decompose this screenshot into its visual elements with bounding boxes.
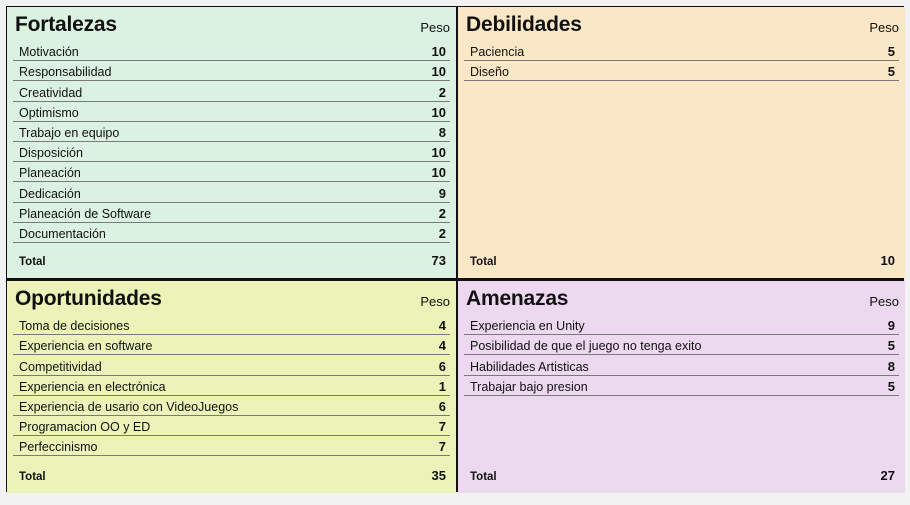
oportunidades-panel: Oportunidades Peso Toma de decisiones 4 Ex… (7, 281, 456, 493)
table-row: Trabajo en equipo 8 (13, 122, 450, 142)
amenazas-title: Amenazas (466, 287, 569, 310)
item-weight: 5 (887, 64, 895, 80)
item-weight: 7 (438, 419, 446, 435)
fortalezas-title: Fortalezas (15, 13, 117, 36)
table-row: Experiencia en Unity 9 (464, 315, 899, 336)
table-row: Documentación 2 (13, 223, 450, 243)
item-name: Planeación de Software (19, 206, 152, 221)
fortalezas-weight-header: Peso (420, 20, 450, 35)
debilidades-total-row: Total 10 (470, 253, 895, 268)
item-name: Motivación (19, 45, 79, 60)
item-name: Optimismo (19, 105, 79, 120)
item-weight: 8 (438, 124, 446, 140)
debilidades-list: Paciencia 5 Diseño 5 (464, 41, 899, 82)
item-weight: 6 (438, 398, 446, 414)
amenazas-panel: Amenazas Peso Experiencia en Unity 9 Posib… (458, 281, 905, 493)
item-weight: 7 (438, 439, 446, 455)
item-weight: 9 (887, 318, 895, 334)
fortalezas-total-value: 73 (431, 253, 446, 268)
amenazas-total-label: Total (470, 471, 497, 483)
item-weight: 2 (438, 225, 446, 241)
fortalezas-panel: Fortalezas Peso Motivación 10 Responsabili… (7, 7, 456, 278)
table-row: Responsabilidad 10 (13, 61, 450, 82)
amenazas-total-row: Total 27 (470, 468, 895, 483)
debilidades-panel: Debilidades Peso Paciencia 5 Diseño 5 Total… (458, 7, 905, 278)
amenazas-weight-header: Peso (869, 294, 899, 309)
table-row: Experiencia en electrónica 1 (13, 376, 450, 396)
table-row: Experiencia de usario con VideoJuegos 6 (13, 396, 450, 416)
table-row: Creatividad 2 (13, 81, 450, 102)
oportunidades-total-label: Total (19, 471, 46, 483)
item-weight: 10 (431, 44, 446, 60)
item-weight: 5 (887, 338, 895, 354)
table-row: Paciencia 5 (464, 41, 899, 62)
item-weight: 4 (438, 318, 446, 334)
table-row: Planeación de Software 2 (13, 203, 450, 223)
fortalezas-list: Motivación 10 Responsabilidad 10 Creatividad… (13, 41, 450, 243)
item-name: Creatividad (19, 85, 83, 100)
oportunidades-title: Oportunidades (15, 287, 162, 310)
oportunidades-list: Toma de decisiones 4 Experiencia en softwa… (13, 315, 450, 457)
table-row: Motivación 10 (13, 41, 450, 62)
table-row: Planeación 10 (13, 162, 450, 183)
table-row: Habilidades Artisticas 8 (464, 355, 899, 376)
item-weight: 10 (431, 104, 446, 120)
table-row: Diseño 5 (464, 61, 899, 82)
item-weight: 8 (887, 358, 895, 374)
item-weight: 10 (431, 165, 446, 181)
amenazas-total-value: 27 (880, 468, 895, 483)
item-name: Posibilidad de que el juego no tenga exi… (470, 339, 702, 354)
item-weight: 1 (438, 378, 446, 394)
fortalezas-total-row: Total 73 (19, 253, 446, 268)
table-row: Posibilidad de que el juego no tenga exi… (464, 335, 899, 356)
item-name: Disposición (19, 146, 83, 161)
item-weight: 4 (438, 338, 446, 354)
amenazas-list: Experiencia en Unity 9 Posibilidad de que … (464, 315, 899, 396)
item-weight: 2 (438, 84, 446, 100)
item-name: Planeación (19, 166, 81, 181)
item-name: Dedicación (19, 186, 81, 201)
item-name: Perfeccinismo (19, 440, 98, 455)
table-row: Programacion OO y ED 7 (13, 416, 450, 437)
item-weight: 6 (438, 358, 446, 374)
table-row: Trabajar bajo presion 5 (464, 376, 899, 396)
item-weight: 2 (438, 205, 446, 221)
item-name: Experiencia en Unity (470, 319, 585, 334)
item-weight: 10 (431, 64, 446, 80)
table-row: Dedicación 9 (13, 182, 450, 203)
debilidades-total-value: 10 (880, 253, 895, 268)
item-weight: 5 (887, 44, 895, 60)
table-row: Optimismo 10 (13, 102, 450, 122)
debilidades-weight-header: Peso (869, 20, 899, 35)
item-weight: 10 (431, 145, 446, 161)
table-row: Disposición 10 (13, 142, 450, 163)
item-name: Documentación (19, 226, 106, 241)
item-name: Experiencia en software (19, 339, 153, 354)
item-name: Habilidades Artisticas (470, 359, 589, 374)
table-row: Toma de decisiones 4 (13, 315, 450, 336)
item-name: Paciencia (470, 45, 525, 60)
item-name: Responsabilidad (19, 65, 112, 80)
item-name: Experiencia en electrónica (19, 379, 166, 394)
item-name: Programacion OO y ED (19, 420, 151, 435)
table-row: Experiencia en software 4 (13, 335, 450, 356)
item-weight: 9 (438, 185, 446, 201)
item-weight: 5 (887, 378, 895, 394)
item-name: Experiencia de usario con VideoJuegos (19, 399, 239, 414)
oportunidades-weight-header: Peso (420, 294, 450, 309)
item-name: Toma de decisiones (19, 319, 130, 334)
debilidades-total-label: Total (470, 256, 497, 268)
debilidades-title: Debilidades (466, 13, 582, 36)
table-row: Perfeccinismo 7 (13, 436, 450, 457)
item-name: Trabajo en equipo (19, 125, 120, 140)
table-row: Competitividad 6 (13, 355, 450, 376)
swot-matrix: Fortalezas Peso Motivación 10 Responsabili… (6, 6, 905, 493)
item-name: Competitividad (19, 359, 102, 374)
oportunidades-total-value: 35 (431, 468, 446, 483)
fortalezas-total-label: Total (19, 256, 46, 268)
item-name: Trabajar bajo presion (470, 379, 588, 394)
item-name: Diseño (470, 65, 509, 80)
oportunidades-total-row: Total 35 (19, 468, 446, 483)
